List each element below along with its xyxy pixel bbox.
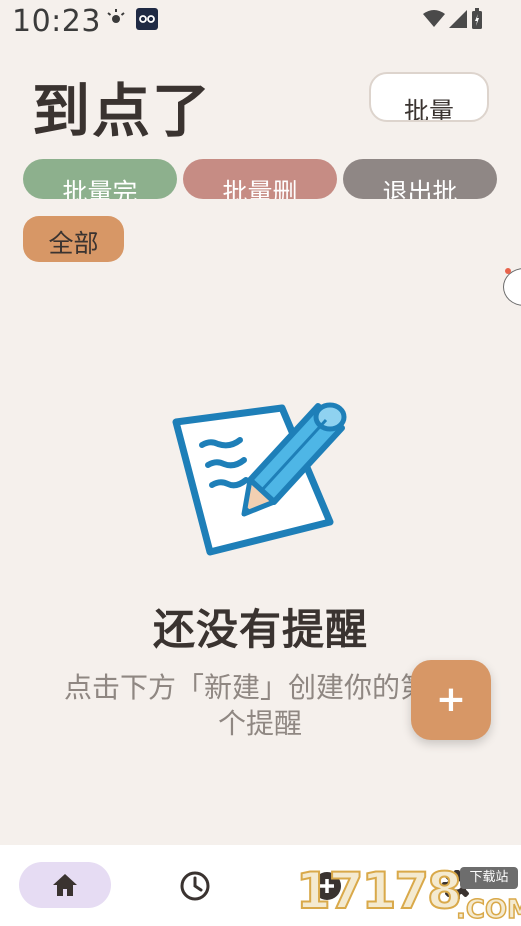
nav-home-tab[interactable]: [19, 862, 111, 908]
filter-all-chip[interactable]: 全部: [23, 216, 124, 262]
batch-button-label: 批量: [403, 97, 454, 122]
battery-icon: [472, 8, 482, 29]
app-badge-icon: [136, 8, 158, 30]
watermark-17178: 17178 下载站 .COM: [295, 861, 521, 926]
status-bar: 10:23: [0, 0, 521, 44]
add-reminder-fab[interactable]: +: [411, 660, 491, 740]
filter-all-label: 全部: [48, 229, 99, 258]
status-time: 10:23: [12, 4, 101, 39]
batch-delete-label: 批量删: [222, 178, 298, 199]
empty-state-title: 还没有提醒: [152, 605, 368, 654]
page-title: 到点了: [32, 77, 213, 145]
wifi-icon: [423, 10, 445, 27]
watermark-digits: 17178: [295, 861, 463, 921]
empty-state-description: 点击下方「新建」创建你的第一个提醒: [63, 671, 456, 740]
batch-done-button[interactable]: 批量完: [23, 159, 177, 199]
batch-button[interactable]: 批量: [369, 72, 489, 122]
watermark-tag: 下载站: [460, 867, 518, 889]
watermark-domain: .COM: [455, 894, 521, 926]
clock-icon[interactable]: [179, 870, 211, 902]
home-icon: [53, 874, 77, 896]
signal-icon: [449, 10, 467, 28]
exit-batch-button[interactable]: 退出批: [343, 159, 497, 199]
note-pencil-illustration-icon: [172, 402, 347, 556]
brightness-icon: [107, 9, 125, 23]
batch-done-label: 批量完: [62, 178, 138, 199]
batch-delete-button[interactable]: 批量删: [183, 159, 337, 199]
exit-batch-label: 退出批: [382, 178, 458, 199]
edge-handle-dot: [505, 268, 511, 274]
